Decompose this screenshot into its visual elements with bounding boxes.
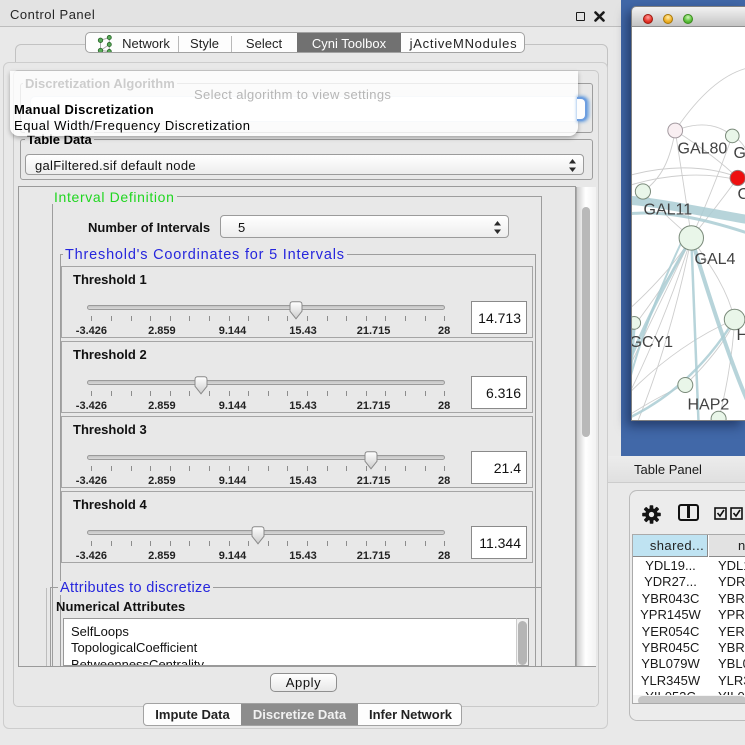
svg-text:GAL4: GAL4 — [695, 251, 736, 268]
svg-text:C: C — [738, 186, 745, 203]
svg-text:GAL80: GAL80 — [678, 141, 728, 158]
svg-text:GCY1: GCY1 — [632, 334, 673, 351]
svg-text:H: H — [737, 327, 745, 344]
svg-text:HAP2: HAP2 — [688, 397, 730, 414]
svg-text:GAL11: GAL11 — [644, 202, 693, 219]
svg-text:G: G — [734, 145, 745, 162]
